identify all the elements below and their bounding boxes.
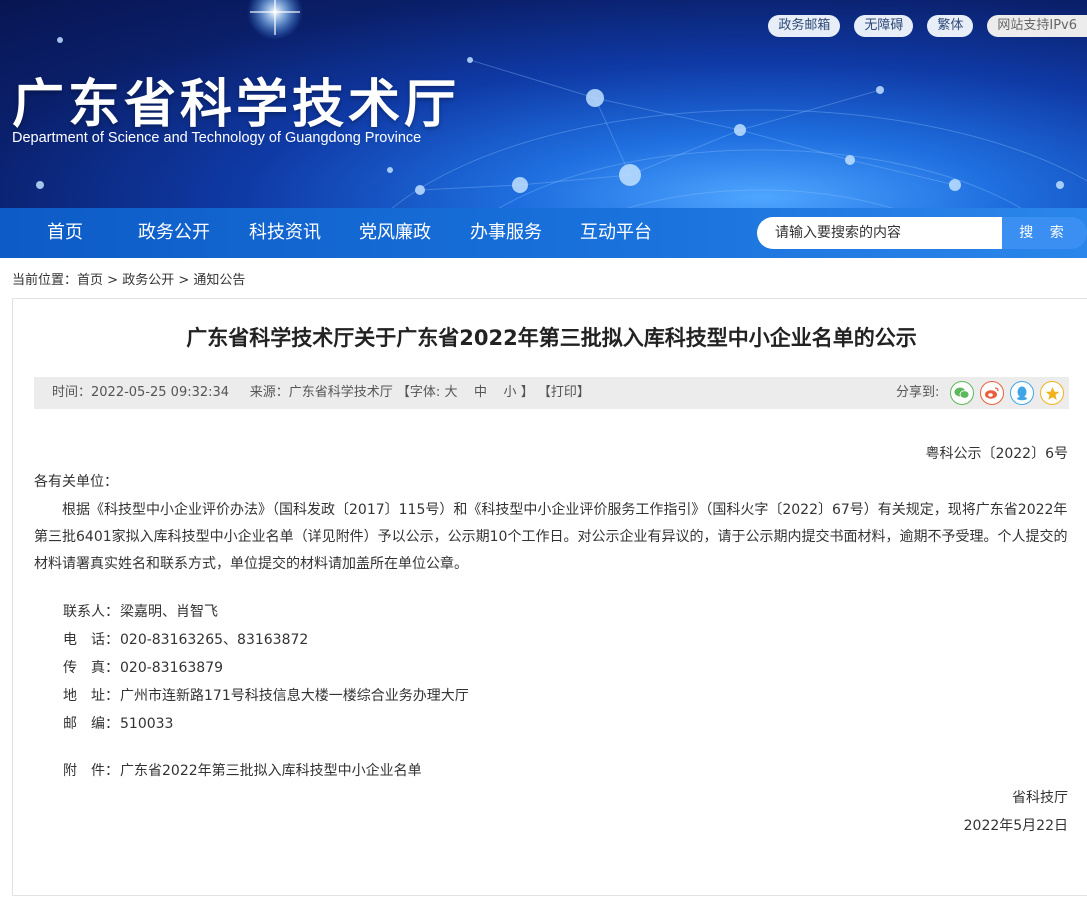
qzone-icon[interactable] [1040,381,1064,405]
print-link[interactable]: 【打印】 [538,385,590,400]
contact-phone: 电 话：020-83163265、83163872 [63,629,308,649]
nav-item-integrity[interactable]: 党风廉政 [359,208,431,258]
breadcrumb-notices[interactable]: 通知公告 [193,273,245,288]
document-number: 粤科公示〔2022〕6号 [925,446,1068,462]
contact-person-label: 联系人： [63,604,119,620]
top-links: 政务邮箱 无障碍 繁体 网站支持IPv6 [768,15,1087,37]
search-input[interactable] [757,217,1005,249]
contact-postcode-label: 邮 编： [63,716,119,732]
font-size-small[interactable]: 小 [504,385,517,400]
signature-date: 2022年5月22日 [963,818,1068,834]
breadcrumb: 当前位置：首页 > 政务公开 > 通知公告 [12,269,245,288]
qq-icon[interactable] [1010,381,1034,405]
attachment-link[interactable]: 广东省2022年第三批拟入库科技型中小企业名单 [120,763,422,779]
contact-fax-value: 020-83163879 [120,660,224,676]
wechat-icon[interactable] [950,381,974,405]
contact-postcode: 邮 编：510033 [63,713,173,733]
publish-time: 时间：2022-05-25 09:32:34 [52,385,230,400]
share-label: 分享到: [896,385,940,400]
attachment-label: 附 件： [63,763,119,779]
contact-postcode-value: 510033 [120,716,174,732]
breadcrumb-gov-affairs[interactable]: 政务公开 [122,273,174,288]
nav-item-services[interactable]: 办事服务 [470,208,542,258]
contact-address-value: 广州市连新路171号科技信息大楼一楼综合业务办理大厅 [120,688,469,704]
article-meta-bar: 时间：2022-05-25 09:32:34 来源：广东省科学技术厅 【字体: … [34,377,1069,409]
nav-item-interaction[interactable]: 互动平台 [580,208,652,258]
article-body-paragraph: 根据《科技型中小企业评价办法》（国科发政〔2017〕115号）和《科技型中小企业… [34,502,1068,572]
contact-address: 地 址：广州市连新路171号科技信息大楼一楼综合业务办理大厅 [63,685,469,705]
font-size-large[interactable]: 大 [444,385,457,400]
font-size-medium[interactable]: 中 [474,385,487,400]
gov-mailbox-link[interactable]: 政务邮箱 [768,15,841,37]
attachment: 附 件：广东省2022年第三批拟入库科技型中小企业名单 [63,760,422,780]
weibo-icon[interactable] [980,381,1004,405]
contact-fax: 传 真：020-83163879 [63,657,223,677]
salutation: 各有关单位： [34,474,118,490]
accessibility-link[interactable]: 无障碍 [854,15,914,37]
article-source: 来源：广东省科学技术厅 [249,385,393,400]
breadcrumb-separator: > [103,273,123,288]
contact-fax-label: 传 真： [63,660,119,676]
search-button[interactable]: 搜 索 [1002,217,1087,249]
article-title: 广东省科学技术厅关于广东省2022年第三批拟入库科技型中小企业名单的公示 [186,326,917,350]
font-size-close: 】 [520,385,534,400]
signature: 省科技厅 [1012,790,1068,806]
nav-item-sci-news[interactable]: 科技资讯 [249,208,321,258]
header-banner: 广东省科学技术厅 Department of Science and Techn… [0,0,1087,208]
contact-phone-value: 020-83163265、83163872 [120,632,309,648]
site-title[interactable]: 广东省科学技术厅 [12,62,460,137]
ipv6-badge: 网站支持IPv6 [987,15,1087,37]
site-subtitle: Department of Science and Technology of … [12,130,422,146]
font-size-label: 【字体: [396,385,441,400]
nav-item-home[interactable]: 首页 [47,208,83,258]
contact-address-label: 地 址： [63,688,119,704]
main-nav: 首页 政务公开 科技资讯 党风廉政 办事服务 互动平台 搜 索 [0,208,1087,258]
breadcrumb-separator: > [174,273,194,288]
breadcrumb-prefix: 当前位置： [12,273,78,288]
contact-phone-label: 电 话： [63,632,119,648]
contact-person-value: 梁嘉明、肖智飞 [120,604,218,620]
contact-person: 联系人：梁嘉明、肖智飞 [63,601,218,621]
breadcrumb-home[interactable]: 首页 [77,273,103,288]
traditional-chinese-link[interactable]: 繁体 [927,15,974,37]
nav-item-gov-affairs[interactable]: 政务公开 [138,208,210,258]
